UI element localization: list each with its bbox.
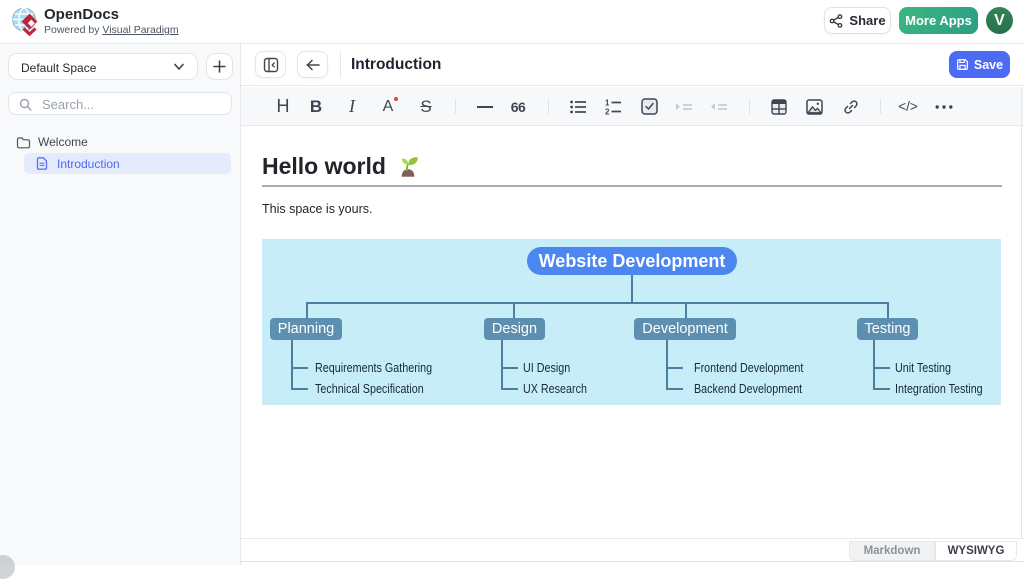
svg-text:2: 2 bbox=[605, 107, 610, 115]
svg-text:1: 1 bbox=[605, 99, 610, 108]
